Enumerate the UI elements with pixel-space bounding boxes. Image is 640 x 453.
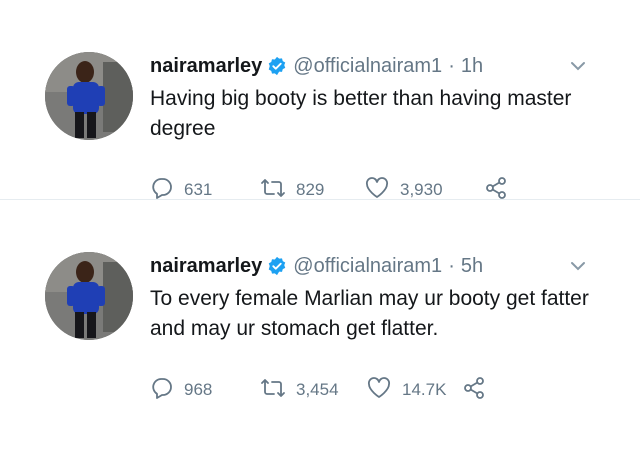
avatar[interactable] [45,252,133,340]
timestamp[interactable]: 5h [461,255,483,278]
tweet[interactable]: nairamarley @officialnairam1 · 1h Having… [0,0,640,200]
like-count: 14.7K [402,380,447,399]
retweet-count: 829 [296,180,325,199]
separator: · [448,254,455,277]
reply-button[interactable]: 968 [150,376,260,405]
reply-icon [150,376,184,405]
chevron-down-icon[interactable] [568,256,588,276]
verified-badge-icon [267,56,287,76]
tweet-header: nairamarley @officialnairam1 · 1h [150,52,483,80]
verified-badge-icon [267,256,287,276]
tweet-actions: 968 3,454 14.7K [150,376,492,404]
retweet-button[interactable]: 3,454 [260,376,366,405]
heart-icon [366,376,402,405]
share-button[interactable] [462,376,492,405]
tweet-text: To every female Marlian may ur booty get… [150,287,589,340]
share-icon [462,376,496,405]
like-count: 3,930 [400,180,443,199]
timestamp[interactable]: 1h [461,55,483,78]
handle[interactable]: @officialnairam1 [293,255,442,278]
retweet-count: 3,454 [296,380,339,399]
retweet-icon [260,376,296,405]
reply-count: 631 [184,180,213,199]
display-name[interactable]: nairamarley [150,55,262,78]
like-button[interactable]: 14.7K [366,376,462,405]
tweet-text: Having big booty is better than having m… [150,87,572,140]
chevron-down-icon[interactable] [568,56,588,76]
handle[interactable]: @officialnairam1 [293,55,442,78]
avatar[interactable] [45,52,133,140]
reply-count: 968 [184,380,213,399]
display-name[interactable]: nairamarley [150,255,262,278]
tweet-feed: nairamarley @officialnairam1 · 1h Having… [0,0,640,453]
tweet-header: nairamarley @officialnairam1 · 5h [150,252,483,280]
separator: · [448,54,455,77]
tweet[interactable]: nairamarley @officialnairam1 · 5h To eve… [0,200,640,400]
